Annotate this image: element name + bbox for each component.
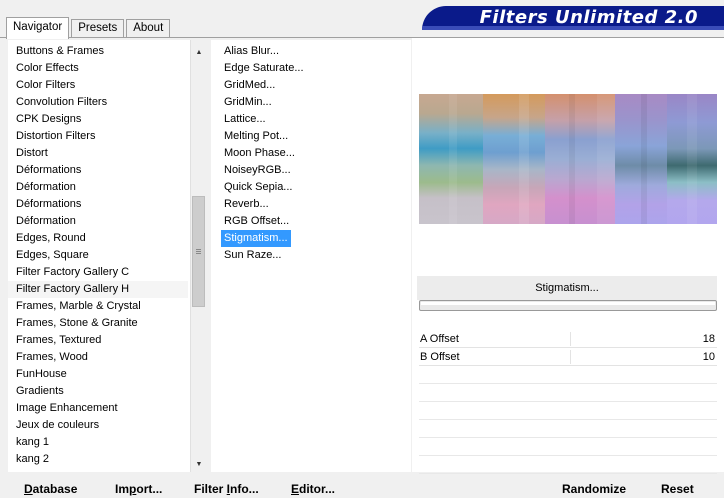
empty-param-row bbox=[419, 421, 717, 438]
reset-button[interactable]: Reset bbox=[661, 482, 694, 496]
control-slider[interactable] bbox=[419, 300, 717, 311]
category-item[interactable]: Frames, Wood bbox=[8, 349, 188, 366]
empty-param-row bbox=[419, 439, 717, 456]
category-list[interactable]: Buttons & Frames Color Effects Color Filte… bbox=[8, 43, 188, 468]
filter-item[interactable]: Lattice... bbox=[221, 111, 307, 128]
category-item[interactable]: kang 2 bbox=[8, 451, 188, 468]
category-item[interactable]: Color Effects bbox=[8, 60, 188, 77]
category-scrollbar[interactable]: ▲ ▼ bbox=[190, 40, 206, 472]
preview-image bbox=[419, 94, 717, 224]
randomize-button[interactable]: Randomize bbox=[562, 482, 626, 496]
tab-presets[interactable]: Presets bbox=[71, 19, 125, 38]
tab-bar: Navigator Presets About bbox=[6, 16, 172, 39]
filter-item[interactable]: RGB Offset... bbox=[221, 213, 307, 230]
category-item[interactable]: Frames, Stone & Granite bbox=[8, 315, 188, 332]
filter-list[interactable]: Alias Blur... Edge Saturate... GridMed... G… bbox=[221, 43, 307, 264]
category-item[interactable]: Distort bbox=[8, 145, 188, 162]
category-item[interactable]: Image Enhancement bbox=[8, 400, 188, 417]
filter-item[interactable]: Moon Phase... bbox=[221, 145, 307, 162]
category-item[interactable]: Jeux de couleurs bbox=[8, 417, 188, 434]
filter-item[interactable]: GridMin... bbox=[221, 94, 307, 111]
param-divider bbox=[570, 332, 571, 346]
filter-item[interactable]: Sun Raze... bbox=[221, 247, 307, 264]
param-value[interactable]: 10 bbox=[703, 349, 715, 366]
empty-param-row bbox=[419, 367, 717, 384]
category-item[interactable]: Color Filters bbox=[8, 77, 188, 94]
scroll-up-arrow-icon[interactable]: ▲ bbox=[191, 44, 207, 60]
grip-icon bbox=[196, 249, 201, 254]
category-item[interactable]: Déformation bbox=[8, 179, 188, 196]
category-item[interactable]: Filter Factory Gallery C bbox=[8, 264, 188, 281]
category-item[interactable]: Distortion Filters bbox=[8, 128, 188, 145]
editor-button[interactable]: Editor... bbox=[291, 482, 335, 496]
category-item[interactable]: Frames, Textured bbox=[8, 332, 188, 349]
category-item[interactable]: CPK Designs bbox=[8, 111, 188, 128]
banner-title: Filters Unlimited 2.0 bbox=[479, 7, 698, 28]
param-row-a-offset[interactable]: A Offset 18 bbox=[419, 331, 717, 348]
empty-param-row bbox=[419, 457, 717, 474]
param-value[interactable]: 18 bbox=[703, 331, 715, 348]
filter-item[interactable]: NoiseyRGB... bbox=[221, 162, 307, 179]
category-item[interactable]: Déformations bbox=[8, 196, 188, 213]
param-divider bbox=[570, 350, 571, 364]
category-item[interactable]: FunHouse bbox=[8, 366, 188, 383]
category-item[interactable]: Frames, Marble & Crystal bbox=[8, 298, 188, 315]
category-item[interactable]: Déformation bbox=[8, 213, 188, 230]
param-label: B Offset bbox=[420, 351, 460, 363]
filter-item[interactable]: Melting Pot... bbox=[221, 128, 307, 145]
category-item[interactable]: Convolution Filters bbox=[8, 94, 188, 111]
category-item[interactable]: Filter Factory Gallery H bbox=[8, 281, 188, 298]
category-item[interactable]: Buttons & Frames bbox=[8, 43, 188, 60]
category-item[interactable]: Déformations bbox=[8, 162, 188, 179]
tab-about[interactable]: About bbox=[126, 19, 171, 38]
scroll-thumb[interactable] bbox=[192, 196, 205, 307]
category-item[interactable]: Edges, Square bbox=[8, 247, 188, 264]
category-item[interactable]: kang 1 bbox=[8, 434, 188, 451]
empty-param-row bbox=[419, 403, 717, 420]
empty-param-row bbox=[419, 385, 717, 402]
current-filter-name: Stigmatism... bbox=[417, 276, 717, 300]
filters-unlimited-banner: Filters Unlimited 2.0 bbox=[422, 6, 724, 30]
category-item[interactable]: Gradients bbox=[8, 383, 188, 400]
filter-item[interactable]: Quick Sepia... bbox=[221, 179, 307, 196]
param-row-b-offset[interactable]: B Offset 10 bbox=[419, 349, 717, 366]
tab-navigator[interactable]: Navigator bbox=[6, 17, 70, 39]
database-button[interactable]: Database bbox=[24, 482, 77, 496]
scroll-down-arrow-icon[interactable]: ▼ bbox=[191, 456, 207, 472]
filter-item[interactable]: Reverb... bbox=[221, 196, 307, 213]
filter-item[interactable]: Alias Blur... bbox=[221, 43, 307, 60]
filter-list-panel: Alias Blur... Edge Saturate... GridMed... G… bbox=[211, 40, 411, 472]
param-label: A Offset bbox=[420, 333, 459, 345]
filter-info-button[interactable]: Filter Info... bbox=[194, 482, 259, 496]
category-list-panel: Buttons & Frames Color Effects Color Filte… bbox=[8, 40, 206, 472]
filter-item[interactable]: GridMed... bbox=[221, 77, 307, 94]
filter-item-selected[interactable]: Stigmatism... bbox=[221, 230, 291, 247]
import-button[interactable]: Import... bbox=[115, 482, 162, 496]
filter-item[interactable]: Edge Saturate... bbox=[221, 60, 307, 77]
category-item[interactable]: Edges, Round bbox=[8, 230, 188, 247]
